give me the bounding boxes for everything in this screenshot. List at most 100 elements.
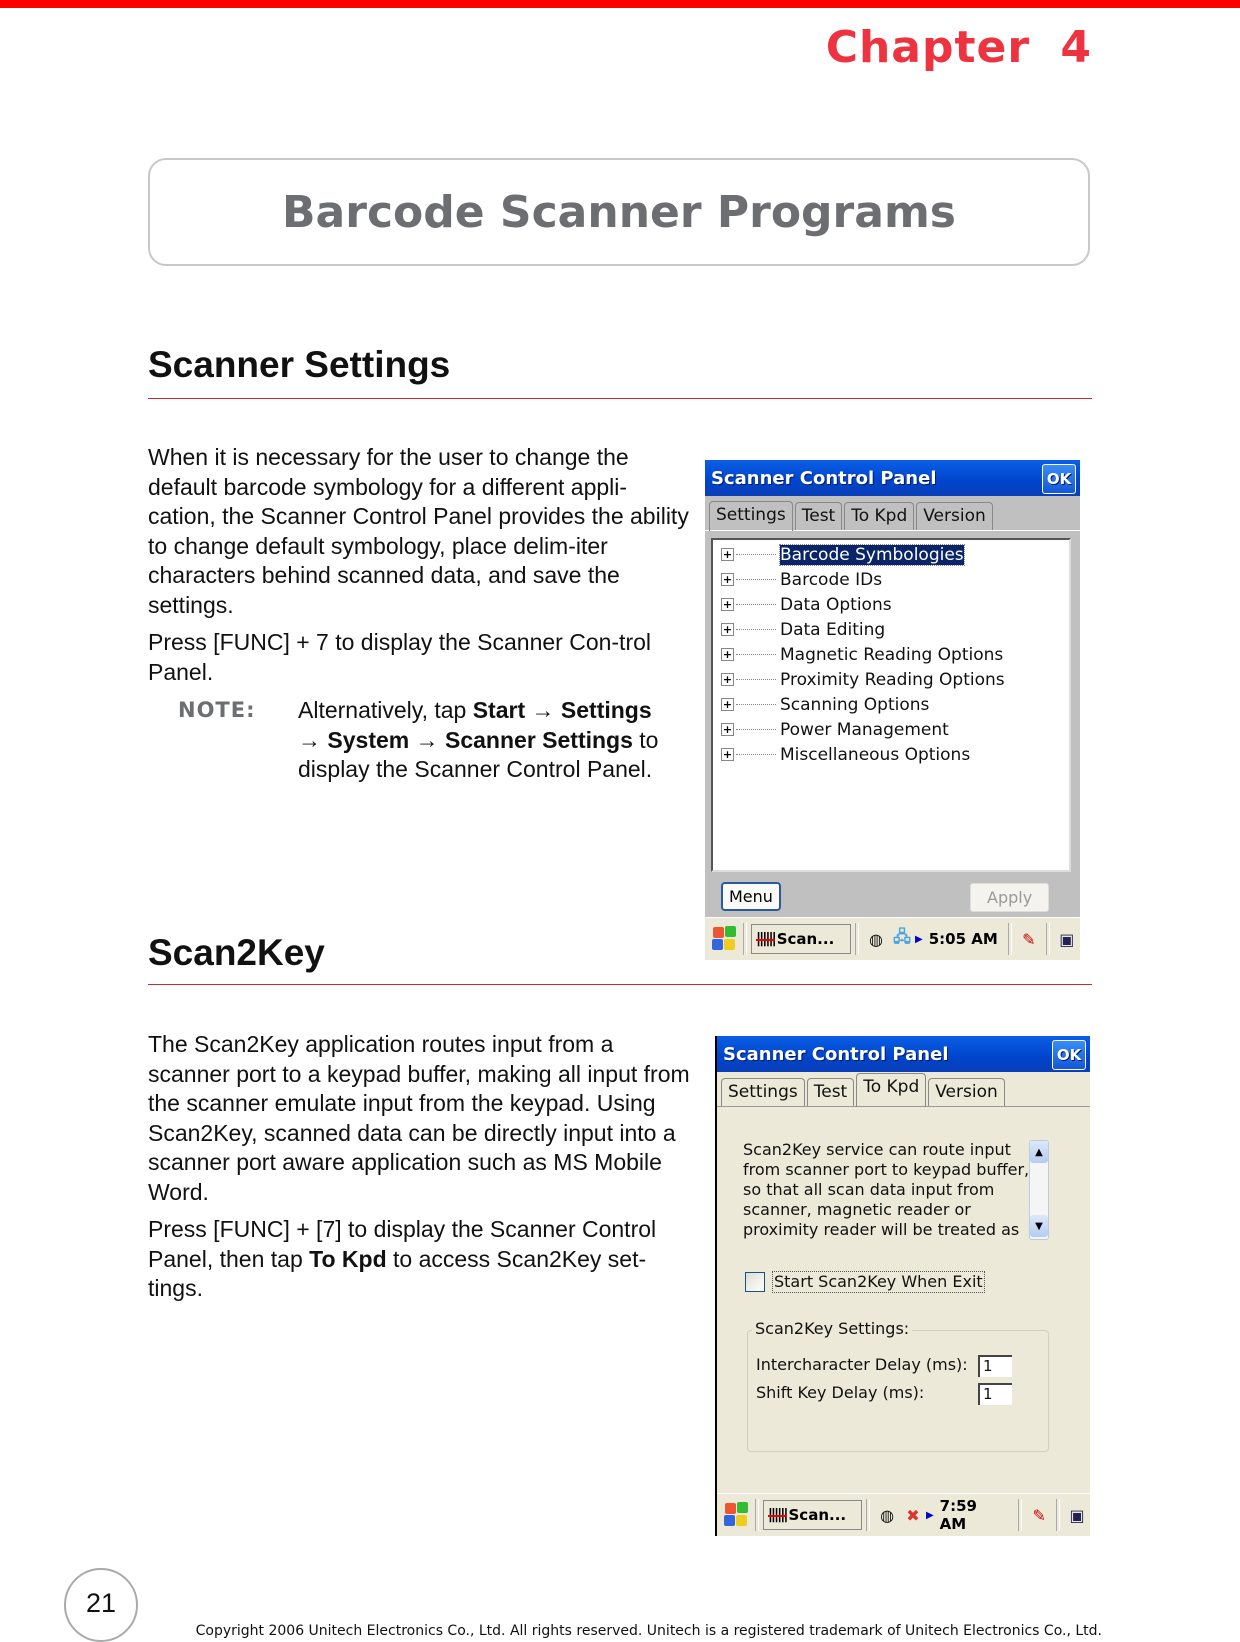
tree-connector xyxy=(736,579,776,580)
taskbar-separator xyxy=(754,1499,759,1531)
arrow: → xyxy=(298,726,328,753)
apply-button[interactable]: Apply xyxy=(970,883,1050,912)
windows-start-icon[interactable] xyxy=(711,925,739,953)
tree-item-label[interactable]: Proximity Reading Options xyxy=(780,670,1005,690)
taskbar-separator xyxy=(1045,923,1050,955)
window-title: Scanner Control Panel xyxy=(723,1043,949,1065)
note-text: Alternatively, tap Start → Settings → Sy… xyxy=(298,696,678,785)
expand-plus-icon[interactable]: + xyxy=(721,673,734,686)
tree-item[interactable]: + Miscellaneous Options xyxy=(713,742,1069,767)
expand-plus-icon[interactable]: + xyxy=(721,723,734,736)
tree-connector xyxy=(736,704,776,705)
tree-item-label[interactable]: Miscellaneous Options xyxy=(780,745,970,765)
tree-item-label[interactable]: Magnetic Reading Options xyxy=(780,645,1003,665)
section-rule xyxy=(148,984,1092,985)
task-label: Scan... xyxy=(788,1506,847,1524)
tree-item[interactable]: + Power Management xyxy=(713,717,1069,742)
shift-key-delay-input[interactable]: 1 xyxy=(978,1383,1012,1405)
scanner-tray-icon[interactable]: ◍ xyxy=(865,928,887,950)
expand-plus-icon[interactable]: + xyxy=(721,623,734,636)
tab-to-kpd[interactable]: To Kpd xyxy=(856,1073,927,1107)
scan2key-text: The Scan2Key application routes input fr… xyxy=(148,1030,693,1312)
note-scanner-settings: Scanner Settings xyxy=(445,726,633,753)
start-scan2key-label[interactable]: Start Scan2Key When Exit xyxy=(772,1271,985,1293)
tree-item[interactable]: + Barcode IDs xyxy=(713,567,1069,592)
tree-item[interactable]: + Data Editing xyxy=(713,617,1069,642)
tree-connector xyxy=(736,754,776,755)
scroll-down-icon[interactable]: ▼ xyxy=(1030,1215,1048,1237)
tree-connector xyxy=(736,654,776,655)
clock[interactable]: 5:05 AM xyxy=(929,930,998,948)
tree-item[interactable]: + Data Options xyxy=(713,592,1069,617)
tray-expand-icon[interactable]: ▶ xyxy=(926,1510,934,1521)
tab-to-kpd[interactable]: To Kpd xyxy=(844,502,915,530)
paragraph: The Scan2Key application routes input fr… xyxy=(148,1031,690,1205)
network-disconnected-icon[interactable]: ✖ xyxy=(902,1504,924,1526)
expand-plus-icon[interactable]: + xyxy=(721,598,734,611)
expand-plus-icon[interactable]: + xyxy=(721,648,734,661)
tree-item-label[interactable]: Barcode Symbologies xyxy=(779,543,965,566)
group-legend: Scan2Key Settings: xyxy=(752,1319,913,1338)
taskbar-task-scan[interactable]: |||||| Scan... xyxy=(762,1500,863,1530)
scroll-track[interactable] xyxy=(1030,1163,1048,1215)
clock[interactable]: 7:59 AM xyxy=(940,1497,1009,1533)
settings-tree: + Barcode Symbologies + Barcode IDs + Data Op… xyxy=(711,538,1071,872)
desktop-icon[interactable]: ▣ xyxy=(1056,928,1078,950)
intercharacter-delay-label: Intercharacter Delay (ms): xyxy=(756,1355,968,1374)
taskbar-separator xyxy=(743,923,747,955)
tree-item-label[interactable]: Data Options xyxy=(780,595,892,615)
tree-item-label[interactable]: Scanning Options xyxy=(780,695,929,715)
expand-plus-icon[interactable]: + xyxy=(721,548,734,561)
intercharacter-delay-input[interactable]: 1 xyxy=(978,1355,1012,1377)
desktop-icon[interactable]: ▣ xyxy=(1066,1504,1088,1526)
tree-item[interactable]: + Magnetic Reading Options xyxy=(713,642,1069,667)
ok-button[interactable]: OK xyxy=(1042,464,1076,494)
tab-settings[interactable]: Settings xyxy=(721,1078,805,1106)
copyright-notice: Copyright 2006 Unitech Electronics Co., … xyxy=(195,1623,1102,1639)
expand-plus-icon[interactable]: + xyxy=(721,698,734,711)
tab-test[interactable]: Test xyxy=(806,1078,855,1106)
expand-plus-icon[interactable]: + xyxy=(721,573,734,586)
top-red-bar xyxy=(0,0,1240,8)
menu-button[interactable]: Menu xyxy=(721,882,781,911)
paragraph: Press [FUNC] + 7 to display the Scanner … xyxy=(148,629,652,685)
scanner-tray-icon[interactable]: ◍ xyxy=(876,1504,898,1526)
expand-plus-icon[interactable]: + xyxy=(721,748,734,761)
scroll-up-icon[interactable]: ▲ xyxy=(1030,1141,1048,1163)
tab-bar: Settings Test To Kpd Version xyxy=(705,496,1080,531)
scan2key-description: Scan2Key service can route input from sc… xyxy=(743,1140,1029,1240)
taskbar-separator xyxy=(866,1499,871,1531)
tray-expand-icon[interactable]: ▶ xyxy=(915,934,923,945)
tree-item[interactable]: + Scanning Options xyxy=(713,692,1069,717)
tab-version[interactable]: Version xyxy=(928,1078,1005,1106)
shift-key-delay-label: Shift Key Delay (ms): xyxy=(756,1383,925,1402)
taskbar-separator xyxy=(1007,923,1012,955)
section-heading-scan2key: Scan2Key xyxy=(148,932,325,973)
description-line: Scan2Key service can route input xyxy=(743,1140,1011,1159)
network-icon[interactable]: 🖧 xyxy=(891,927,913,950)
tab-settings[interactable]: Settings xyxy=(709,501,793,531)
tree-item-label[interactable]: Barcode IDs xyxy=(780,570,882,590)
taskbar-task-scan[interactable]: |||||| Scan... xyxy=(751,924,851,954)
note-label: NOTE: xyxy=(178,698,256,722)
tab-test[interactable]: Test xyxy=(794,502,843,530)
windows-start-icon[interactable] xyxy=(723,1501,751,1529)
description-line: scanner, magnetic reader or xyxy=(743,1200,971,1219)
task-label: Scan... xyxy=(776,930,835,948)
arrow: → xyxy=(409,726,445,753)
scanner-settings-text: When it is necessary for the user to cha… xyxy=(148,443,693,695)
start-scan2key-checkbox[interactable] xyxy=(745,1272,765,1292)
input-panel-icon[interactable]: ✎ xyxy=(1028,1504,1050,1526)
tree-item-label[interactable]: Power Management xyxy=(780,720,949,740)
tree-item[interactable]: + Barcode Symbologies xyxy=(713,542,1069,567)
tab-version[interactable]: Version xyxy=(916,502,993,530)
description-scrollbar[interactable]: ▲ ▼ xyxy=(1029,1140,1049,1240)
page-number: 21 xyxy=(85,1588,117,1618)
tree-item[interactable]: + Proximity Reading Options xyxy=(713,667,1069,692)
arrow: → xyxy=(525,697,561,723)
ok-button[interactable]: OK xyxy=(1052,1040,1086,1070)
description-line: proximity reader will be treated as xyxy=(743,1220,1020,1239)
section-heading-scanner-settings: Scanner Settings xyxy=(148,344,451,385)
tree-item-label[interactable]: Data Editing xyxy=(780,620,885,640)
input-panel-icon[interactable]: ✎ xyxy=(1018,928,1040,950)
